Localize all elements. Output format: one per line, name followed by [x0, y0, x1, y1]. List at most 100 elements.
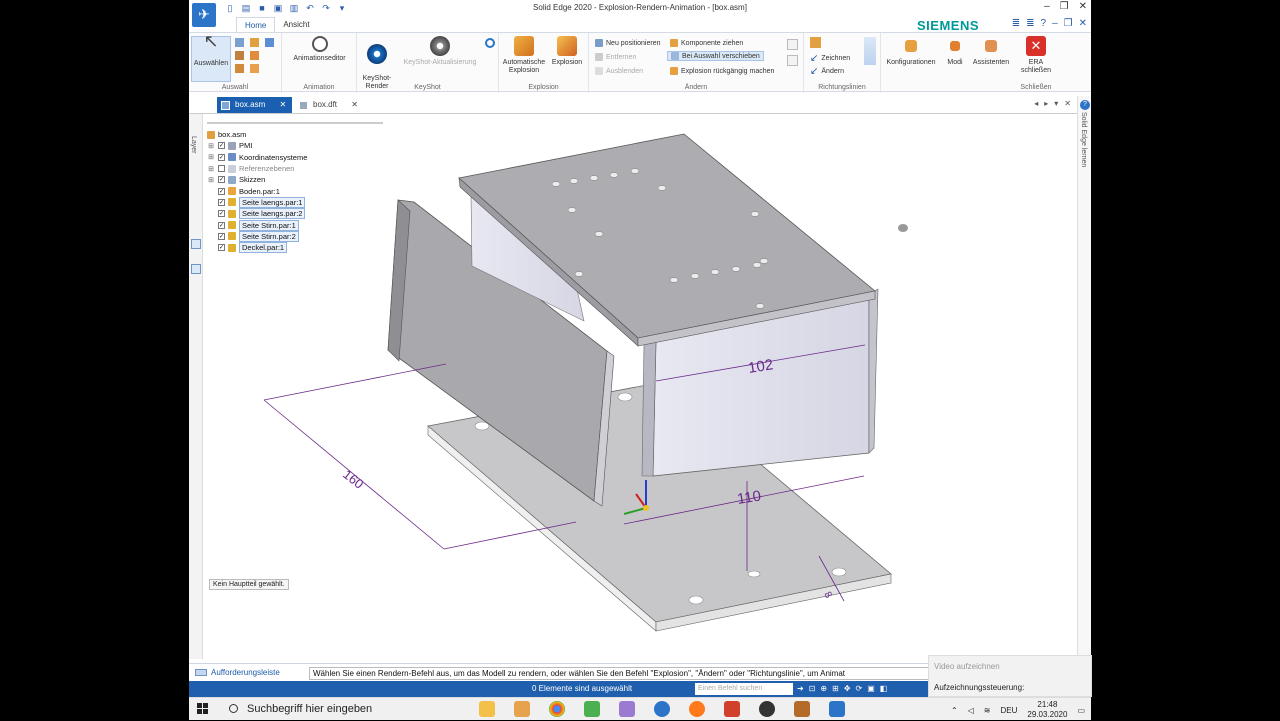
expand-icon[interactable]: ⊞	[207, 176, 215, 184]
explosion-rueckgaengig-button[interactable]: Explosion rückgängig machen	[670, 67, 774, 75]
dim-160[interactable]: 160	[340, 467, 366, 492]
layout-icon[interactable]: ≣	[1012, 18, 1020, 29]
layout-2-icon[interactable]: ≣	[1026, 18, 1034, 29]
app-4-icon[interactable]	[759, 701, 775, 717]
layer-tab[interactable]: Layer	[190, 136, 197, 154]
aendern-option-2-icon[interactable]	[787, 55, 798, 66]
tree-item[interactable]: ⊞ ✓ Koordinatensysteme	[207, 152, 387, 163]
entfernen-button[interactable]: Entfernen	[595, 53, 636, 61]
clock[interactable]: 21:48 29.03.2020	[1027, 700, 1067, 720]
minimize-icon[interactable]: –	[1044, 1, 1050, 12]
properties-icon[interactable]	[191, 264, 201, 274]
tab-home[interactable]: Home	[236, 17, 276, 33]
tree-root[interactable]: box.asm	[207, 129, 387, 140]
volume-icon[interactable]: ◁	[968, 706, 974, 715]
select-tool-icon[interactable]	[265, 38, 274, 47]
select-part-icon[interactable]	[250, 38, 259, 47]
ausblenden-button[interactable]: Ausblenden	[595, 67, 643, 75]
select-group-icon[interactable]	[250, 51, 259, 60]
tray-chevron-icon[interactable]: ⌃	[951, 706, 958, 715]
richtung-aendern-button[interactable]: ↙ Ändern	[810, 66, 844, 77]
keyshot-update-button[interactable]: KeyShot-Aktualisierung	[395, 36, 485, 67]
powerpoint-icon[interactable]	[724, 701, 740, 717]
auswaehlen-button[interactable]: ↖ Auswählen	[191, 32, 231, 82]
line-style-icon[interactable]	[864, 37, 876, 65]
tab-list-icon[interactable]: ▾	[1054, 99, 1058, 108]
help-icon[interactable]: ?	[1041, 18, 1047, 29]
bei-auswahl-verschieben-toggle[interactable]: Bei Auswahl verschieben	[667, 51, 764, 61]
app-3-icon[interactable]	[654, 701, 670, 717]
record-video-button[interactable]: Video aufzeichnen	[934, 662, 1000, 671]
learn-help-icon[interactable]: ?	[1080, 100, 1090, 110]
close-icon[interactable]: ✕	[1079, 1, 1087, 12]
pan-icon[interactable]: ✥	[844, 684, 851, 693]
doctab-box-dft[interactable]: box.dft ✕	[295, 97, 364, 113]
taskbar-search[interactable]: Suchbegriff hier eingeben	[227, 698, 467, 721]
animationseditor-button[interactable]: Animationseditor	[288, 36, 351, 63]
era-schliessen-button[interactable]: ✕ ERA schließen	[1017, 36, 1055, 75]
tree-item[interactable]: ✓ Boden.par:1	[207, 185, 387, 196]
view-icon[interactable]: ▣	[867, 684, 875, 693]
checkbox[interactable]: ✓	[218, 210, 225, 218]
tab-next-icon[interactable]: ▸	[1044, 99, 1048, 108]
konfigurationen-button[interactable]: Konfigurationen	[883, 36, 939, 67]
doctab-box-asm[interactable]: box.asm ✕	[217, 97, 293, 113]
prompt-bar-label[interactable]: Aufforderungsleiste	[211, 668, 280, 677]
zoom-icon[interactable]: ⊕	[820, 684, 827, 693]
checkbox[interactable]: ✓	[218, 244, 225, 252]
tree-item[interactable]: ✓ Seite Stirn.par:2	[207, 230, 387, 242]
expand-icon[interactable]: ⊞	[207, 142, 215, 150]
checkbox[interactable]: ✓	[218, 187, 225, 195]
checkbox[interactable]: ✓	[218, 232, 225, 240]
neu-positionieren-button[interactable]: Neu positionieren	[595, 39, 660, 47]
tab-prev-icon[interactable]: ◂	[1034, 99, 1038, 108]
modi-button[interactable]: Modi	[941, 36, 969, 67]
maps-icon[interactable]	[584, 701, 600, 717]
tree-item[interactable]: ⊞ ✓ PMI	[207, 140, 387, 151]
chrome-icon[interactable]	[549, 701, 565, 717]
filter-icon[interactable]	[235, 38, 244, 47]
close-tab-icon[interactable]: ✕	[279, 100, 286, 109]
keyshot-render-button[interactable]: KeyShot- Render	[359, 36, 395, 91]
explorer-icon[interactable]	[479, 701, 495, 717]
language-indicator[interactable]: DEU	[1001, 706, 1018, 715]
tree-item[interactable]: ✓ Deckel.par:1	[207, 242, 387, 254]
checkbox[interactable]: ✓	[218, 142, 225, 150]
tree-item[interactable]: ✓ Seite Stirn.par:1	[207, 219, 387, 231]
select-similar-icon[interactable]	[250, 64, 259, 73]
expand-icon[interactable]: ⊞	[207, 165, 215, 173]
richtungslinie-icon[interactable]	[810, 37, 821, 48]
network-icon[interactable]: ≋	[984, 706, 991, 715]
doc-minimize-icon[interactable]: –	[1052, 18, 1058, 29]
explosion-button[interactable]: Explosion	[549, 36, 585, 67]
checkbox[interactable]: ✓	[218, 198, 225, 206]
doc-restore-icon[interactable]: ❐	[1064, 18, 1073, 29]
checkbox[interactable]	[218, 165, 225, 173]
aendern-option-icon[interactable]	[787, 39, 798, 50]
assistenten-button[interactable]: Assistenten	[969, 36, 1013, 67]
close-tab-2-icon[interactable]: ✕	[351, 100, 358, 109]
solid-edge-lernen-tab[interactable]: Solid Edge lernen	[1080, 112, 1087, 167]
tree-item[interactable]: ✓ Seite laengs.par:2	[207, 208, 387, 220]
tree-item[interactable]: ⊞ ✓ Skizzen	[207, 174, 387, 185]
komponente-ziehen-button[interactable]: Komponente ziehen	[670, 39, 743, 47]
zoom-area-icon[interactable]: ⊞	[832, 684, 839, 693]
doc-close-icon[interactable]: ✕	[1079, 18, 1087, 29]
application-menu-button[interactable]: ✈	[192, 3, 216, 27]
firefox-icon[interactable]	[689, 701, 705, 717]
select-box-icon[interactable]	[235, 51, 244, 60]
app-5-icon[interactable]	[794, 701, 810, 717]
tree-item[interactable]: ⊞ Referenzebenen	[207, 163, 387, 174]
checkbox[interactable]: ✓	[218, 221, 225, 229]
shading-icon[interactable]: ◧	[880, 684, 888, 693]
checkbox[interactable]: ✓	[218, 176, 225, 184]
solid-edge-icon[interactable]	[829, 701, 845, 717]
keyshot-settings-icon[interactable]	[485, 38, 495, 48]
app-icon[interactable]	[514, 701, 530, 717]
arrow-icon[interactable]: ➜	[797, 684, 804, 693]
tab-ansicht[interactable]: Ansicht	[275, 17, 317, 33]
restore-icon[interactable]: ❐	[1060, 1, 1069, 12]
tab-close-all-icon[interactable]: ✕	[1064, 99, 1071, 108]
windows-start-icon[interactable]	[197, 703, 209, 715]
fit-icon[interactable]: ⊡	[809, 684, 816, 693]
